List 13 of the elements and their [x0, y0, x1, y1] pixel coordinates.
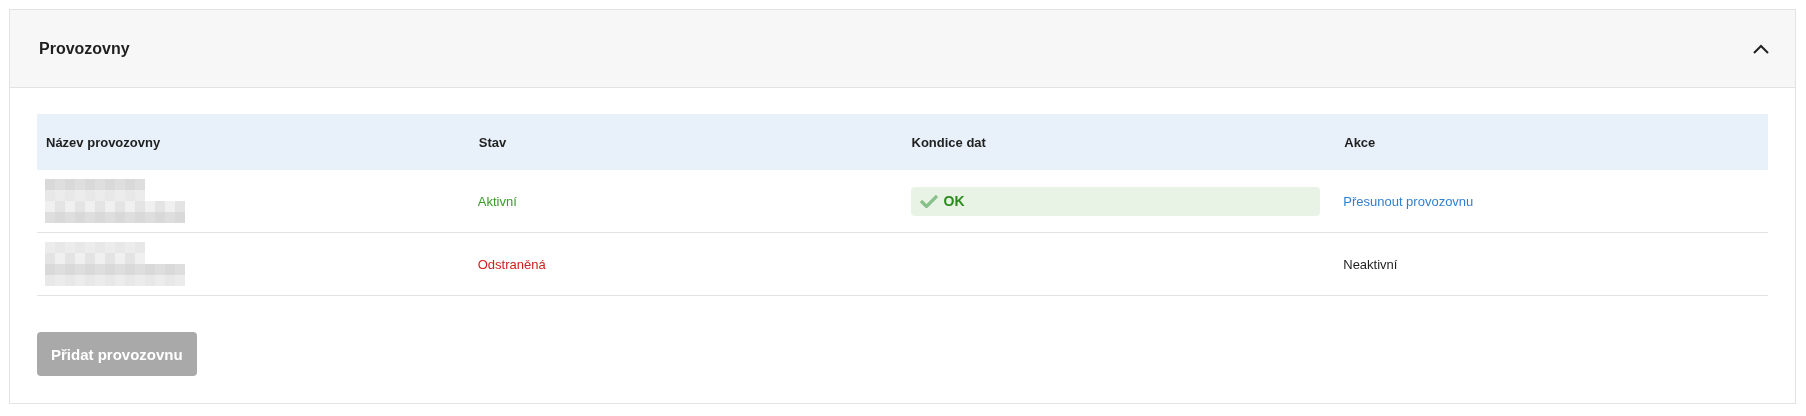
- section-title: Provozovny: [39, 39, 130, 58]
- badge-label: OK: [943, 193, 965, 209]
- action-text: Neaktivní: [1343, 256, 1398, 272]
- check-icon: [919, 194, 938, 208]
- chevron-up-icon[interactable]: [1753, 43, 1769, 54]
- column-header: Stav: [477, 134, 508, 150]
- status-text: Odstraněná: [477, 256, 546, 272]
- column-header: Název provozovny: [45, 134, 162, 150]
- section-header[interactable]: Provozovny: [10, 10, 1795, 88]
- status-text: Aktivní: [477, 193, 517, 209]
- column-header: Kondice dat: [910, 134, 987, 150]
- move-link[interactable]: Přesunout provozovnu: [1343, 193, 1474, 209]
- column-header: Akce: [1343, 134, 1377, 150]
